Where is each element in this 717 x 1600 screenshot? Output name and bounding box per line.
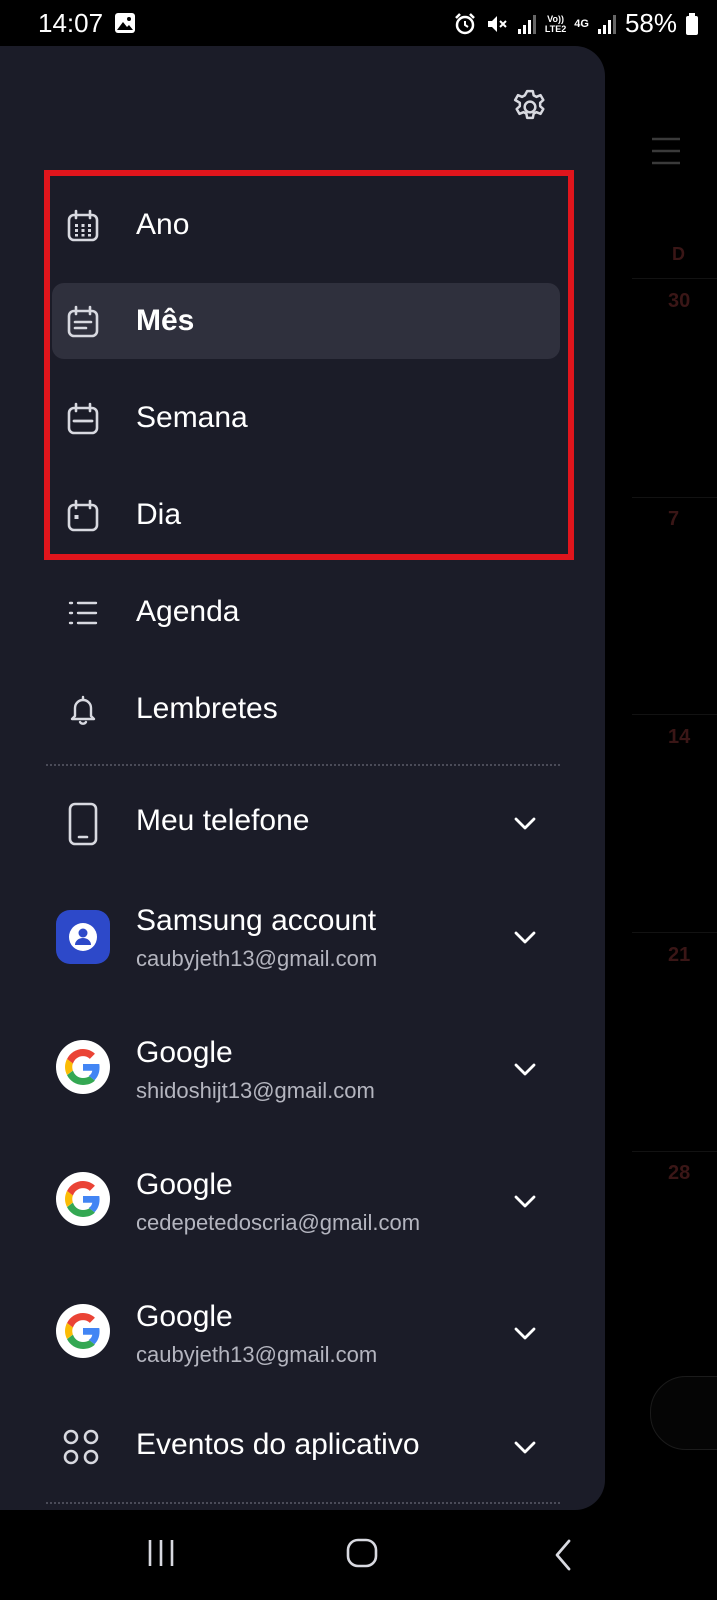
battery-percent: 58% — [624, 8, 677, 38]
week-divider — [632, 278, 717, 279]
drawer-item-lembretes[interactable]: Lembretes — [52, 671, 560, 747]
account-name: Meu telefone — [136, 804, 310, 837]
account-email: cedepetedoscria@gmail.com — [136, 1210, 421, 1235]
account-meu-telefone[interactable]: Meu telefone — [52, 780, 560, 870]
account-name: Google — [136, 1300, 233, 1333]
home-icon[interactable] — [346, 1538, 378, 1568]
google-icon — [56, 1304, 110, 1358]
signal-icon — [597, 14, 616, 34]
network-type: 4G — [574, 17, 589, 30]
mute-icon — [487, 15, 507, 32]
gear-icon[interactable] — [510, 87, 550, 127]
week-divider — [632, 714, 717, 715]
status-icons: Vo)) LTE2 4G 58% — [453, 8, 699, 39]
drawer-item-label: Semana — [136, 401, 248, 434]
add-event-button[interactable] — [650, 1376, 717, 1450]
chevron-down-icon[interactable] — [512, 1320, 538, 1346]
recent-apps-icon[interactable] — [146, 1538, 176, 1568]
account-name: Google — [136, 1036, 233, 1069]
calendar-date[interactable]: 14 — [668, 726, 690, 749]
week-divider — [632, 1151, 717, 1152]
account-email: caubyjeth13@gmail.com — [136, 1342, 378, 1367]
account-email: caubyjeth13@gmail.com — [136, 946, 378, 971]
gallery-icon — [115, 13, 135, 33]
menu-icon[interactable] — [650, 136, 682, 166]
apps-grid-icon — [63, 1429, 99, 1465]
signal-icon — [517, 14, 536, 34]
calendar-year-icon — [67, 209, 99, 242]
account-samsung[interactable]: Samsung account caubyjeth13@gmail.com — [52, 886, 560, 996]
account-email: shidoshijt13@gmail.com — [136, 1078, 375, 1103]
drawer-item-label: Dia — [136, 498, 182, 531]
calendar-week-icon — [67, 402, 99, 435]
google-icon — [56, 1040, 110, 1094]
chevron-down-icon[interactable] — [512, 1188, 538, 1214]
week-divider — [632, 932, 717, 933]
samsung-account-icon — [56, 910, 110, 964]
drawer-item-label: Ano — [136, 208, 190, 241]
status-time: 14:07 — [38, 8, 104, 38]
drawer-item-semana[interactable]: Semana — [52, 380, 560, 456]
drawer-item-ano[interactable]: Ano — [52, 187, 560, 263]
account-name: Eventos do aplicativo — [136, 1428, 420, 1461]
bell-icon — [70, 695, 96, 725]
navigation-drawer: Ano Mês Semana Dia Agenda Lembretes Meu … — [0, 46, 605, 1510]
account-app-events[interactable]: Eventos do aplicativo — [52, 1406, 560, 1486]
account-google-2[interactable]: Google cedepetedoscria@gmail.com — [52, 1150, 560, 1260]
calendar-date[interactable]: 30 — [668, 290, 690, 313]
chevron-down-icon[interactable] — [512, 924, 538, 950]
chevron-down-icon[interactable] — [512, 810, 538, 836]
divider — [46, 764, 560, 766]
calendar-month-icon — [67, 305, 99, 338]
drawer-item-label: Mês — [136, 304, 195, 337]
status-bar: 14:07 Vo)) LTE2 4G 58% — [0, 0, 717, 46]
list-icon — [68, 601, 98, 625]
drawer-item-label: Lembretes — [136, 692, 278, 725]
google-icon — [56, 1172, 110, 1226]
chevron-down-icon[interactable] — [512, 1056, 538, 1082]
chevron-down-icon[interactable] — [512, 1434, 538, 1460]
calendar-date[interactable]: 21 — [668, 944, 690, 967]
drawer-item-mes[interactable]: Mês — [52, 283, 560, 359]
calendar-date[interactable]: 7 — [668, 508, 679, 531]
account-google-3[interactable]: Google caubyjeth13@gmail.com — [52, 1282, 560, 1392]
weekday-label: D — [672, 244, 685, 264]
week-divider — [632, 497, 717, 498]
drawer-item-agenda[interactable]: Agenda — [52, 574, 560, 650]
drawer-item-dia[interactable]: Dia — [52, 477, 560, 553]
calendar-date[interactable]: 28 — [668, 1162, 690, 1185]
divider — [46, 1502, 560, 1504]
phone-icon — [68, 802, 98, 846]
account-name: Samsung account — [136, 904, 377, 937]
account-name: Google — [136, 1168, 233, 1201]
calendar-day-icon — [67, 499, 99, 532]
system-nav-bar — [0, 1510, 717, 1600]
account-google-1[interactable]: Google shidoshijt13@gmail.com — [52, 1018, 560, 1128]
lte-icon: Vo)) LTE2 — [544, 13, 567, 34]
drawer-item-label: Agenda — [136, 595, 240, 628]
back-icon[interactable] — [552, 1538, 574, 1572]
battery-icon — [686, 12, 698, 35]
alarm-icon — [455, 12, 475, 34]
